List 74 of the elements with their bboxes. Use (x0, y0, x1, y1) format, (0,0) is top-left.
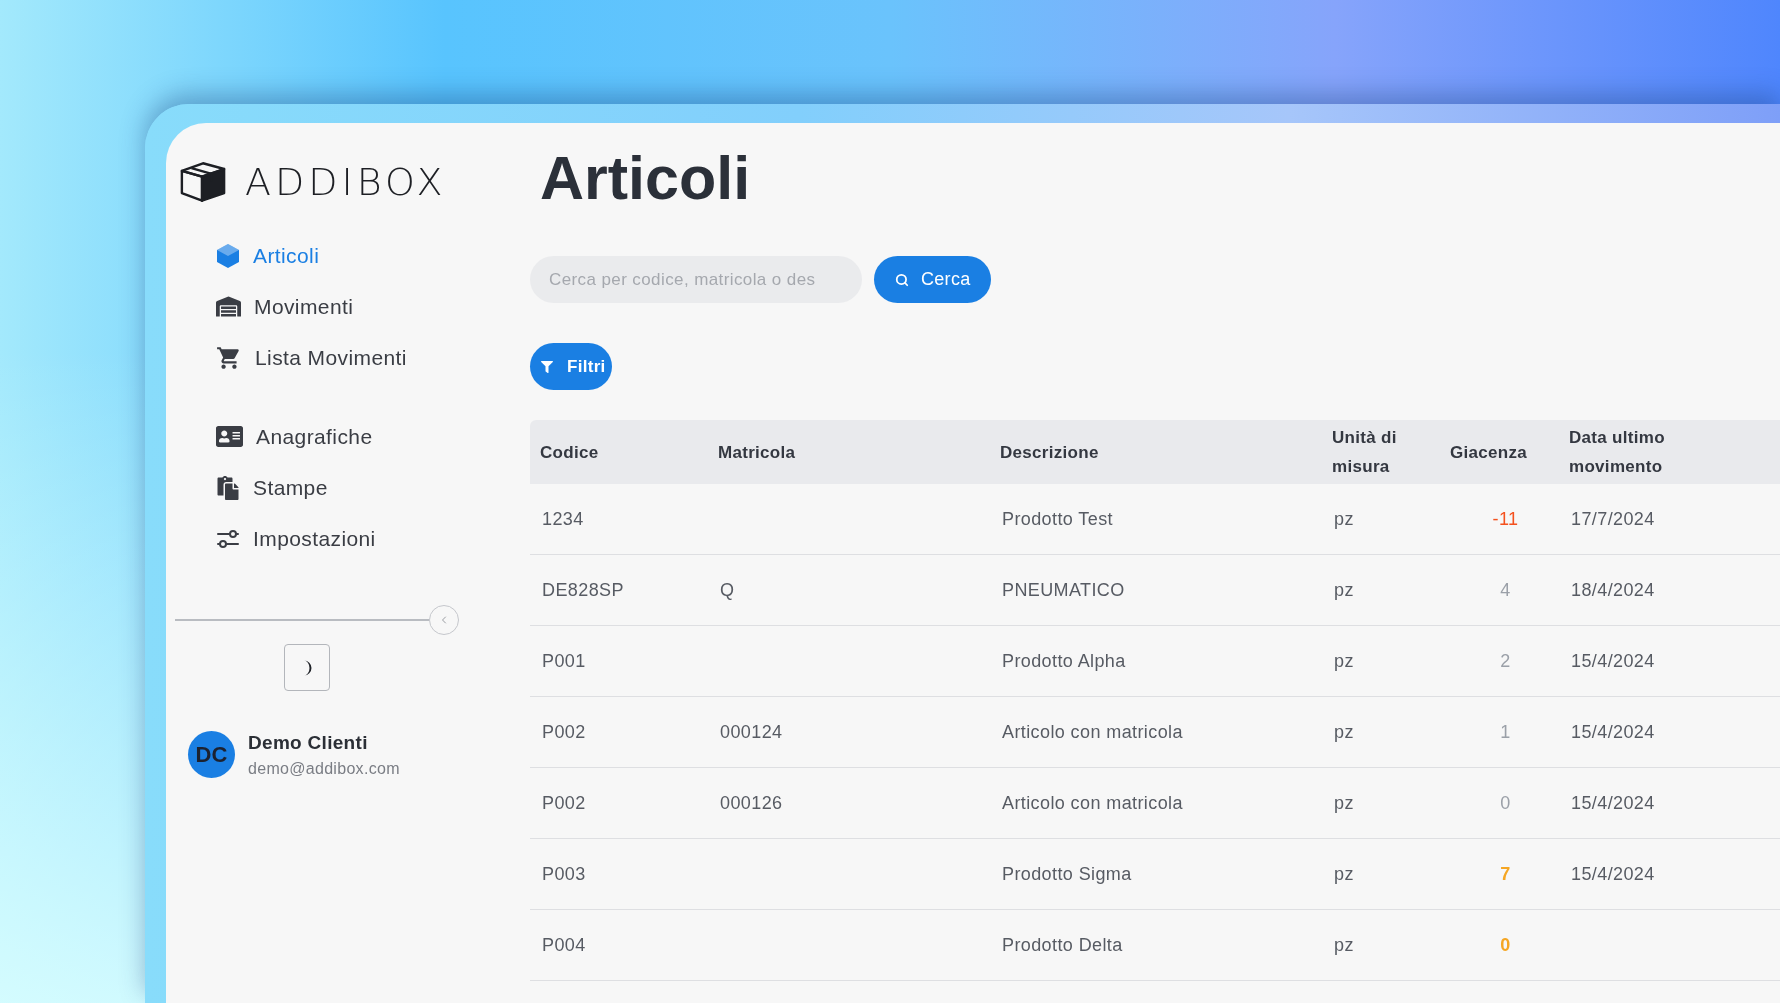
table-cell: pz (1334, 579, 1354, 601)
table-cell: Q (720, 579, 735, 601)
table-cell: Prodotto Alpha (1002, 650, 1126, 672)
table-cell: pz (1334, 721, 1354, 743)
table-cell: pz (1334, 792, 1354, 814)
nav-item[interactable]: Articoli (216, 230, 320, 281)
table-cell: pz (1334, 934, 1354, 956)
search-field[interactable]: Cerca per codice, matricola o des (530, 256, 862, 303)
stock-cell: 0 (1500, 934, 1511, 956)
search-button[interactable]: Cerca (874, 256, 991, 303)
nav-item[interactable]: Lista Movimenti (216, 332, 407, 383)
user-email: demo@addibox.com (248, 759, 400, 778)
nav-item[interactable]: Stampe (216, 462, 328, 513)
search-icon (895, 272, 909, 287)
table-cell: Prodotto Sigma (1002, 863, 1132, 885)
table-cell: 15/4/2024 (1571, 792, 1655, 814)
stock-cell: -11 (1492, 508, 1519, 530)
table-row[interactable]: P002 000124 Articolo con matricola pz 1 15/4/2024 (530, 697, 1780, 768)
cart-icon (216, 344, 242, 371)
column-header: Unità di misura (1332, 427, 1398, 478)
table-row[interactable]: P003 Prodotto Sigma pz 7 15/4/2024 (530, 839, 1780, 910)
table-cell: P003 (542, 863, 586, 885)
table-row[interactable]: DE828SP Q PNEUMATICO pz 4 18/4/2024 (530, 555, 1780, 626)
table-cell: 15/4/2024 (1571, 863, 1655, 885)
table-cell: P001 (542, 650, 586, 672)
stock-cell: 7 (1500, 863, 1511, 885)
column-header: Descrizione (1000, 441, 1099, 464)
stock-cell: 4 (1500, 579, 1511, 601)
table-cell: pz (1334, 863, 1354, 885)
collapse-button[interactable] (429, 605, 459, 635)
brand-logo-text: ADDIBOX (245, 162, 447, 201)
table-cell: 000126 (720, 792, 783, 814)
table-row[interactable]: P004 Prodotto Delta pz 0 (530, 910, 1780, 981)
page-title: Articoli (540, 143, 751, 214)
nav-item[interactable]: Impostazioni (216, 513, 376, 564)
table-cell: 000124 (720, 721, 783, 743)
user-avatar: DC (188, 731, 235, 778)
id-card-icon (216, 423, 243, 450)
table-row[interactable]: P001 Prodotto Alpha pz 2 15/4/2024 (530, 626, 1780, 697)
column-header: Giacenza (1450, 441, 1528, 464)
table-cell: pz (1334, 650, 1354, 672)
table-cell: Prodotto Test (1002, 508, 1113, 530)
table-cell: PNEUMATICO (1002, 579, 1125, 601)
table-cell: pz (1334, 508, 1354, 530)
stock-cell: 2 (1500, 650, 1511, 672)
filter-button[interactable]: Filtri (530, 343, 612, 390)
clipboard-icon (216, 475, 240, 500)
table-cell: DE828SP (542, 579, 624, 601)
nav-item[interactable]: Movimenti (216, 281, 354, 332)
column-header: Codice (540, 441, 599, 464)
table-cell: Articolo con matricola (1002, 792, 1183, 814)
table-cell: 1234 (542, 508, 584, 530)
table-cell: P002 (542, 721, 586, 743)
stock-cell: 1 (1500, 721, 1511, 743)
column-header: Matricola (718, 441, 796, 464)
stock-cell: 0 (1500, 792, 1511, 814)
table-cell: P002 (542, 792, 586, 814)
table-cell: P004 (542, 934, 586, 956)
table-cell: 17/7/2024 (1571, 508, 1655, 530)
table-row[interactable]: 1234 Prodotto Test pz -11 17/7/2024 (530, 484, 1780, 555)
table-cell: Prodotto Delta (1002, 934, 1123, 956)
table-cell: 18/4/2024 (1571, 579, 1655, 601)
table-row[interactable]: P002 000126 Articolo con matricola pz 0 15/4/2024 (530, 768, 1780, 839)
warehouse-icon (216, 294, 241, 319)
theme-toggle-button[interactable] (284, 644, 330, 691)
box-logo-icon (179, 160, 227, 203)
filter-icon (541, 360, 553, 373)
table-cell: 15/4/2024 (1571, 721, 1655, 743)
table-cell: 15/4/2024 (1571, 650, 1655, 672)
cube-icon (216, 242, 240, 269)
table-cell: Articolo con matricola (1002, 721, 1183, 743)
user-name: Demo Clienti (248, 731, 368, 754)
column-header: Data ultimo movimento (1569, 427, 1666, 478)
nav-item[interactable]: Anagrafiche (216, 411, 373, 462)
